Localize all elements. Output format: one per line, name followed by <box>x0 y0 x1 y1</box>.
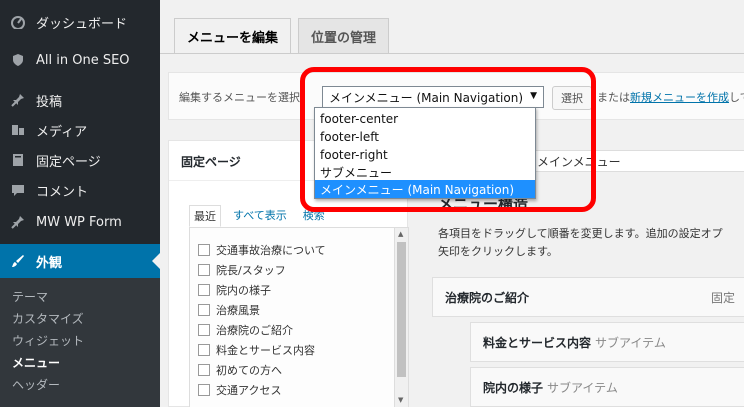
page-icon <box>0 153 36 167</box>
scroll-down-icon[interactable]: ▼ <box>398 396 403 404</box>
submenu-item-header[interactable]: ヘッダー <box>12 374 60 394</box>
sidebar-item-label: 外観 <box>36 255 63 271</box>
seo-icon <box>0 53 36 67</box>
submenu-item-menus[interactable]: メニュー <box>12 352 60 372</box>
sidebar-item-media[interactable]: メディア <box>0 113 160 147</box>
submenu-item-customize[interactable]: カスタマイズ <box>12 308 84 328</box>
current-menu-arrow <box>152 253 160 269</box>
sidebar-item-label: コメント <box>36 184 89 200</box>
checkbox[interactable] <box>198 364 210 376</box>
sidebar-item-posts[interactable]: 投稿 <box>0 83 160 117</box>
select-menu-label: 編集するメニューを選択 <box>179 91 300 104</box>
tabs-divider <box>160 53 744 54</box>
checkbox[interactable] <box>198 264 210 276</box>
tab-edit-menus[interactable]: メニューを編集 <box>174 18 292 54</box>
brush-icon <box>0 254 36 268</box>
pin-icon <box>0 215 36 229</box>
list-scrollbar[interactable]: ▲ ▼ <box>394 228 408 407</box>
list-item[interactable]: 院内の様子 <box>198 280 271 300</box>
sidebar-item-label: MW WP Form <box>36 214 122 230</box>
submenu-item-widgets[interactable]: ウィジェット <box>12 330 84 350</box>
dashboard-icon <box>0 15 36 29</box>
admin-sidebar: ダッシュボード All in One SEO 投稿 メディア 固定ページ コメン… <box>0 0 160 407</box>
checkbox[interactable] <box>198 324 210 336</box>
sidebar-item-label: 固定ページ <box>36 154 101 170</box>
appearance-submenu: テーマ カスタマイズ ウィジェット メニュー ヘッダー <box>0 278 160 407</box>
create-new-menu-link[interactable]: 新規メニューを作成 <box>630 91 729 104</box>
pages-checklist: 交通事故治療について 院長/スタッフ 院内の様子 治療風景 治療院のご紹介 料金… <box>189 227 409 407</box>
menu-item-row[interactable]: 院内の様子 サブアイテム <box>470 367 744 407</box>
scroll-up-icon[interactable]: ▲ <box>398 230 403 238</box>
submenu-item-themes[interactable]: テーマ <box>12 286 48 306</box>
checkbox[interactable] <box>198 244 210 256</box>
menu-structure-description: 各項目をドラッグして順番を変更します。追加の設定オプ 矢印をクリックします。 <box>438 227 723 258</box>
checkbox[interactable] <box>198 304 210 316</box>
checkbox[interactable] <box>198 384 210 396</box>
comment-icon <box>0 183 36 197</box>
list-item[interactable]: 交通アクセス <box>198 380 281 400</box>
sidebar-item-label: ダッシュボード <box>36 16 128 32</box>
list-item[interactable]: 院長/スタッフ <box>198 260 286 280</box>
sidebar-item-seo[interactable]: All in One SEO <box>0 43 160 77</box>
sidebar-item-comments[interactable]: コメント <box>0 173 160 207</box>
red-highlight-box <box>300 67 596 212</box>
sidebar-item-label: メディア <box>36 124 88 140</box>
list-item[interactable]: 初めての方へ <box>198 360 282 380</box>
list-item[interactable]: 治療院のご紹介 <box>198 320 293 340</box>
menu-item-row[interactable]: 料金とサービス内容 サブアイテム <box>470 322 744 362</box>
list-item[interactable]: 治療風景 <box>198 300 260 320</box>
menu-item-row[interactable]: 治療院のご紹介 固定 <box>432 277 744 317</box>
tab-recent[interactable]: 最近 <box>189 205 221 227</box>
create-menu-text: または新規メニューを作成して <box>597 91 744 104</box>
checkbox[interactable] <box>198 284 210 296</box>
scrollbar-thumb[interactable] <box>397 242 406 377</box>
tab-view-all[interactable]: すべて表示 <box>229 205 291 227</box>
sidebar-item-mwwpform[interactable]: MW WP Form <box>0 205 160 239</box>
tab-manage-locations[interactable]: 位置の管理 <box>298 18 390 54</box>
sidebar-item-label: 投稿 <box>36 94 63 110</box>
list-item[interactable]: 料金とサービス内容 <box>198 340 315 360</box>
pages-panel-title: 固定ページ <box>181 155 241 169</box>
media-icon <box>0 123 36 137</box>
pin-icon <box>0 93 36 107</box>
sidebar-item-label: All in One SEO <box>36 52 130 68</box>
list-item[interactable]: 交通事故治療について <box>198 240 326 260</box>
sidebar-item-appearance[interactable]: 外観 <box>0 244 160 278</box>
sidebar-item-pages[interactable]: 固定ページ <box>0 143 160 177</box>
checkbox[interactable] <box>198 344 210 356</box>
sidebar-item-dashboard[interactable]: ダッシュボード <box>0 5 160 39</box>
